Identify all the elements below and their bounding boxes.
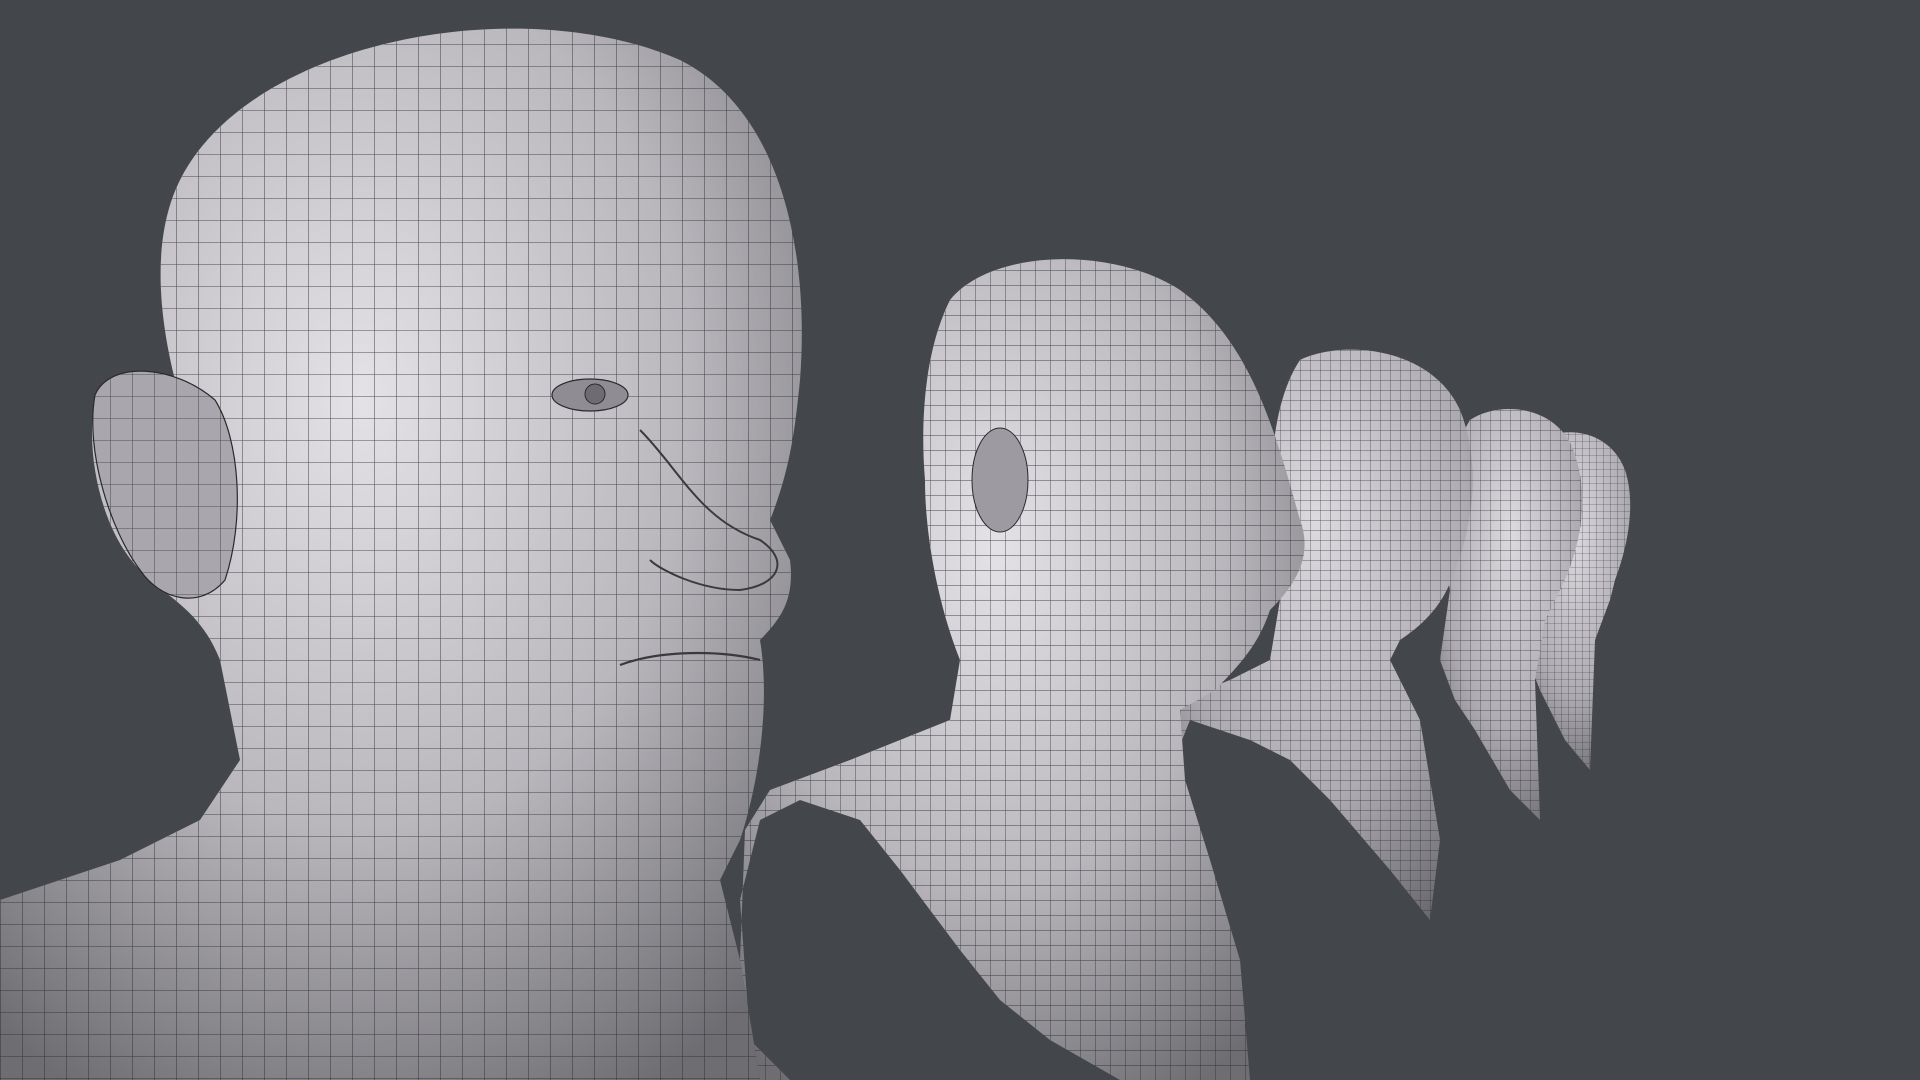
wireframe-render	[0, 28, 1631, 1080]
head-bust-1	[0, 28, 802, 1080]
render-viewport	[0, 0, 1920, 1080]
head-bust-2	[740, 259, 1305, 1080]
